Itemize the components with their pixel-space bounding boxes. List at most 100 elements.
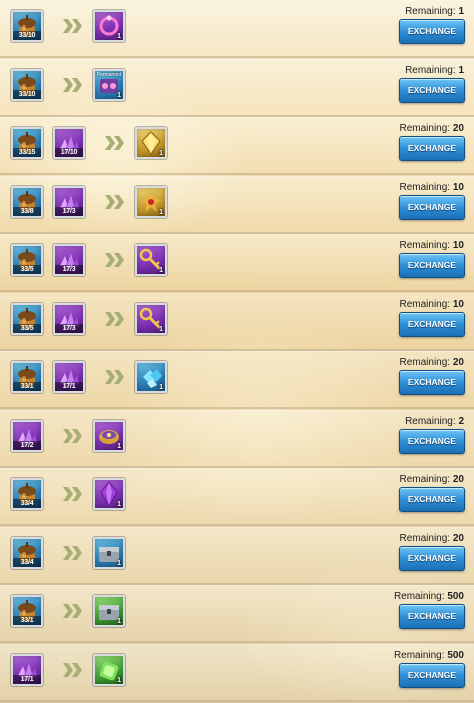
exchange-row: 33/8 17/3 1 Remaining: 10 EXCHANGE [0, 176, 474, 234]
exchange-row: 33/1 1 Remaining: 500 EXCHANGE [0, 585, 474, 643]
remaining-count: 20 [452, 357, 464, 368]
cost-quantity: 33/4 [13, 499, 41, 508]
reward-item-permanent-item[interactable]: Permanent 1 [93, 69, 125, 101]
exchange-row: 33/5 17/3 1 Remaining: 10 EXCHANGE [0, 234, 474, 292]
double-chevron-right-icon [62, 485, 84, 503]
cost-item-acorn[interactable]: 33/5 [11, 244, 43, 276]
double-chevron-right-icon [104, 193, 126, 211]
remaining-label: Remaining: [399, 299, 451, 310]
cost-quantity: 17/2 [13, 441, 41, 450]
exchange-button[interactable]: EXCHANGE [399, 312, 465, 337]
remaining-label: Remaining: [399, 182, 451, 193]
double-chevron-right-icon [62, 661, 84, 679]
reward-count: 1 [117, 677, 121, 684]
remaining-label: Remaining: [405, 416, 456, 427]
remaining-count: 500 [447, 650, 464, 661]
cost-item-acorn[interactable]: 33/1 [11, 595, 43, 627]
cost-item-purple-shards[interactable]: 17/2 [11, 420, 43, 452]
remaining-text: Remaining: 20 [400, 533, 465, 544]
remaining-text: Remaining: 20 [400, 357, 465, 368]
cost-quantity: 33/10 [13, 90, 41, 99]
cost-item-acorn[interactable]: 33/5 [11, 303, 43, 335]
cost-item-purple-shards[interactable]: 17/10 [53, 127, 85, 159]
exchange-row: 17/1 1 Remaining: 500 EXCHANGE [0, 644, 474, 702]
remaining-count: 20 [452, 123, 464, 134]
cost-item-purple-shards[interactable]: 17/3 [53, 186, 85, 218]
exchange-row: 33/5 17/3 1 Remaining: 10 EXCHANGE [0, 293, 474, 351]
exchange-list: 33/10 1 Remaining: 1 EXCHANGE 33/10 Permanent… [0, 0, 474, 703]
cost-item-acorn[interactable]: 33/4 [11, 478, 43, 510]
cost-item-purple-shards[interactable]: 17/3 [53, 244, 85, 276]
remaining-text: Remaining: 20 [400, 474, 465, 485]
remaining-label: Remaining: [399, 474, 451, 485]
remaining-text: Remaining: 1 [405, 65, 464, 76]
exchange-button[interactable]: EXCHANGE [399, 195, 465, 220]
remaining-count: 1 [458, 65, 464, 76]
cost-item-acorn[interactable]: 33/8 [11, 186, 43, 218]
cost-quantity: 33/10 [13, 31, 41, 40]
exchange-button[interactable]: EXCHANGE [399, 78, 465, 103]
exchange-button[interactable]: EXCHANGE [399, 370, 465, 395]
remaining-text: Remaining: 500 [394, 650, 464, 661]
remaining-count: 10 [452, 182, 464, 193]
cost-item-acorn[interactable]: 33/15 [11, 127, 43, 159]
cost-item-purple-shards[interactable]: 17/1 [11, 654, 43, 686]
remaining-text: Remaining: 10 [400, 299, 465, 310]
remaining-text: Remaining: 20 [400, 123, 465, 134]
exchange-button[interactable]: EXCHANGE [399, 604, 465, 629]
reward-item-silver-chest[interactable]: 1 [93, 595, 125, 627]
reward-item-pink-ring[interactable]: 1 [93, 10, 125, 42]
exchange-button[interactable]: EXCHANGE [399, 253, 465, 278]
reward-item-gold-scroll[interactable]: 1 [135, 186, 167, 218]
cost-item-acorn[interactable]: 33/10 [11, 69, 43, 101]
remaining-count: 1 [458, 6, 464, 17]
cost-item-acorn[interactable]: 33/4 [11, 537, 43, 569]
cost-item-acorn[interactable]: 33/1 [11, 361, 43, 393]
reward-item-green-token[interactable]: 1 [93, 654, 125, 686]
exchange-button[interactable]: EXCHANGE [399, 19, 465, 44]
reward-caption: Permanent [96, 72, 122, 78]
remaining-label: Remaining: [405, 6, 456, 17]
cost-quantity: 33/15 [13, 148, 41, 157]
exchange-row: 33/4 1 Remaining: 20 EXCHANGE [0, 527, 474, 585]
remaining-label: Remaining: [399, 123, 451, 134]
cost-quantity: 17/1 [13, 675, 41, 684]
reward-item-silver-chest[interactable]: 1 [93, 537, 125, 569]
remaining-label: Remaining: [399, 357, 451, 368]
remaining-count: 10 [452, 299, 464, 310]
remaining-count: 2 [458, 416, 464, 427]
reward-count: 1 [159, 326, 163, 333]
double-chevron-right-icon [104, 368, 126, 386]
reward-count: 1 [117, 33, 121, 40]
cost-item-purple-shards[interactable]: 17/1 [53, 361, 85, 393]
remaining-text: Remaining: 2 [405, 416, 464, 427]
double-chevron-right-icon [62, 544, 84, 562]
exchange-button[interactable]: EXCHANGE [399, 487, 465, 512]
remaining-text: Remaining: 10 [400, 240, 465, 251]
exchange-row: 17/2 1 Remaining: 2 EXCHANGE [0, 410, 474, 468]
reward-count: 1 [159, 267, 163, 274]
double-chevron-right-icon [62, 602, 84, 620]
remaining-label: Remaining: [393, 591, 445, 602]
cost-quantity: 17/10 [55, 148, 83, 157]
reward-item-blue-gems[interactable]: 1 [135, 361, 167, 393]
double-chevron-right-icon [62, 17, 84, 35]
reward-item-purple-crystal[interactable]: 1 [93, 478, 125, 510]
cost-item-purple-shards[interactable]: 17/3 [53, 303, 85, 335]
reward-item-gold-chest[interactable]: 1 [93, 420, 125, 452]
reward-count: 1 [159, 150, 163, 157]
cost-quantity: 17/3 [55, 324, 83, 333]
cost-quantity: 17/3 [55, 207, 83, 216]
exchange-button[interactable]: EXCHANGE [399, 429, 465, 454]
exchange-row: 33/1 17/1 1 Remaining: 20 EXCHANGE [0, 351, 474, 409]
reward-item-gold-key[interactable]: 1 [135, 244, 167, 276]
reward-item-gold-crystal[interactable]: 1 [135, 127, 167, 159]
exchange-button[interactable]: EXCHANGE [399, 663, 465, 688]
exchange-button[interactable]: EXCHANGE [399, 136, 465, 161]
remaining-text: Remaining: 1 [405, 6, 464, 17]
reward-item-gold-key[interactable]: 1 [135, 303, 167, 335]
cost-item-acorn[interactable]: 33/10 [11, 10, 43, 42]
remaining-label: Remaining: [399, 533, 451, 544]
exchange-button[interactable]: EXCHANGE [399, 546, 465, 571]
remaining-count: 20 [452, 533, 464, 544]
